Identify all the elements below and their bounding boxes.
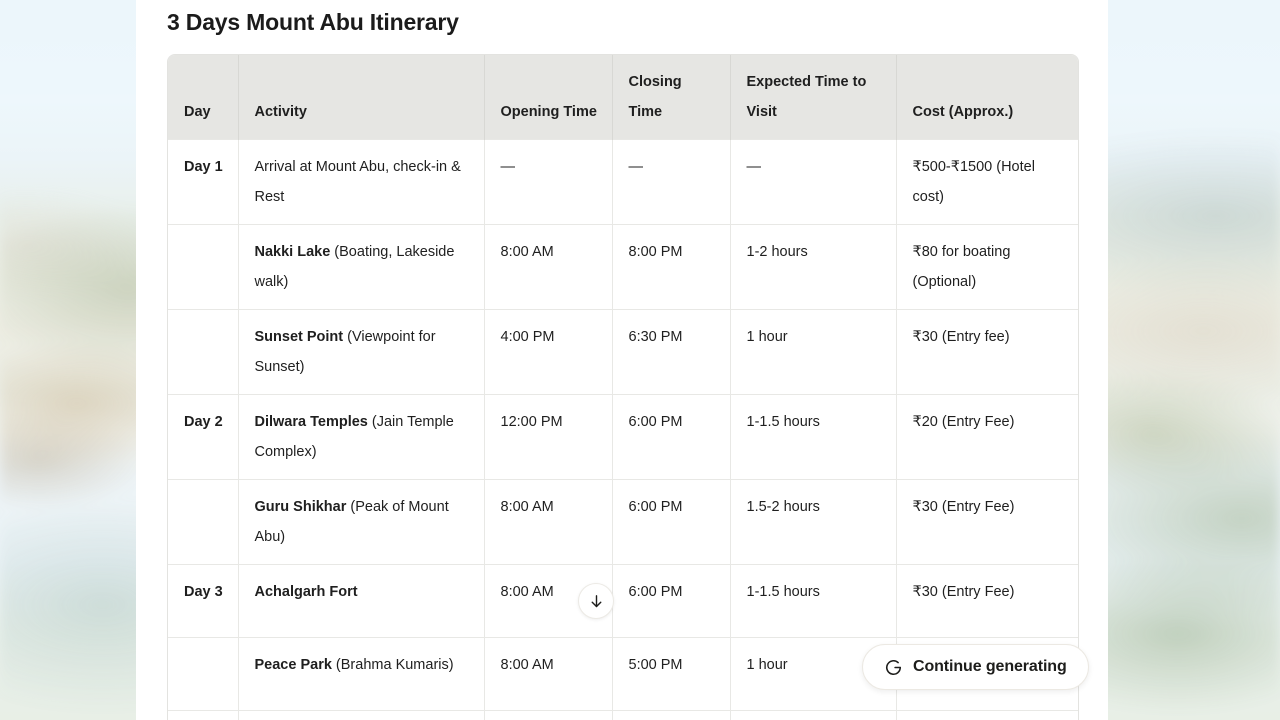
table-row: Departure———of Day) <box>168 710 1078 720</box>
activity-note: Arrival at Mount Abu, check-in & Rest <box>254 159 461 205</box>
table-header-row: Day Activity Opening Time Closing Time E… <box>168 55 1078 140</box>
cell-activity: Departure <box>238 710 485 720</box>
column-header-day: Day <box>168 55 239 140</box>
column-header-closing-time: Closing Time <box>612 55 731 140</box>
cell-expected-time: 1-1.5 hours <box>730 394 897 480</box>
cell-opening-time: 12:00 PM <box>484 394 613 480</box>
column-header-cost: Cost (Approx.) <box>896 55 1078 140</box>
table-row: Nakki Lake (Boating, Lakeside walk) 8:00 … <box>168 224 1078 310</box>
activity-name: Achalgarh Fort <box>254 584 358 600</box>
continue-generating-button[interactable]: Continue generating <box>862 644 1089 690</box>
cell-day <box>168 309 239 395</box>
itinerary-table: Day Activity Opening Time Closing Time E… <box>168 55 1078 720</box>
cell-day: Day 2 <box>168 394 239 480</box>
cell-day: Day 3 <box>168 564 239 638</box>
cell-activity: Arrival at Mount Abu, check-in & Rest <box>238 139 485 225</box>
cell-cost: ₹30 (Entry Fee) <box>896 564 1078 638</box>
cell-opening-time: 8:00 AM <box>484 637 613 711</box>
table-row: Day 3 Achalgarh Fort 8:00 AM 6:00 PM 1-1.5 h… <box>168 564 1078 638</box>
cell-activity: Sunset Point (Viewpoint for Sunset) <box>238 309 485 395</box>
cell-closing-time: — <box>612 139 731 225</box>
page-title: 3 Days Mount Abu Itinerary <box>167 9 459 35</box>
column-header-expected-time: Expected Time to Visit <box>730 55 897 140</box>
continue-generating-label: Continue generating <box>913 658 1067 675</box>
scroll-to-bottom-button[interactable] <box>578 583 614 619</box>
cell-day <box>168 479 239 565</box>
cell-activity: Dilwara Temples (Jain Temple Complex) <box>238 394 485 480</box>
cell-opening-time: — <box>484 139 613 225</box>
table-body: Day 1 Arrival at Mount Abu, check-in & Re… <box>168 139 1078 720</box>
table-row: Sunset Point (Viewpoint for Sunset) 4:00 … <box>168 309 1078 395</box>
cell-opening-time: 8:00 AM <box>484 479 613 565</box>
table-row: Guru Shikhar (Peak of Mount Abu) 8:00 AM 6… <box>168 479 1078 565</box>
cell-cost: ₹500-₹1500 (Hotel cost) <box>896 139 1078 225</box>
cell-cost: ₹20 (Entry Fee) <box>896 394 1078 480</box>
cell-activity: Guru Shikhar (Peak of Mount Abu) <box>238 479 485 565</box>
cell-day <box>168 710 239 720</box>
cell-opening-time: — <box>484 710 613 720</box>
cell-closing-time: 6:00 PM <box>612 394 731 480</box>
activity-name: Dilwara Temples <box>254 414 368 430</box>
cell-cost: ₹30 (Entry fee) <box>896 309 1078 395</box>
cell-activity: Nakki Lake (Boating, Lakeside walk) <box>238 224 485 310</box>
regenerate-icon <box>886 659 902 675</box>
arrow-down-icon <box>591 594 601 607</box>
cell-closing-time: 5:00 PM <box>612 637 731 711</box>
cell-closing-time: 6:00 PM <box>612 479 731 565</box>
cell-activity: Achalgarh Fort <box>238 564 485 638</box>
itinerary-table-container: Day Activity Opening Time Closing Time E… <box>167 54 1079 720</box>
cell-cost: of Day) <box>896 710 1078 720</box>
cell-expected-time: 1.5-2 hours <box>730 479 897 565</box>
cell-day: Day 1 <box>168 139 239 225</box>
content-panel: 3 Days Mount Abu Itinerary Day Activity … <box>136 0 1108 720</box>
cell-cost: ₹30 (Entry Fee) <box>896 479 1078 565</box>
cell-day <box>168 224 239 310</box>
cell-day <box>168 637 239 711</box>
cell-opening-time: 8:00 AM <box>484 224 613 310</box>
cell-expected-time: 1 hour <box>730 309 897 395</box>
activity-note: (Brahma Kumaris) <box>331 657 454 673</box>
column-header-opening-time: Opening Time <box>484 55 613 140</box>
table-header: Day Activity Opening Time Closing Time E… <box>168 55 1078 140</box>
cell-activity: Peace Park (Brahma Kumaris) <box>238 637 485 711</box>
cell-closing-time: 6:00 PM <box>612 564 731 638</box>
activity-name: Peace Park <box>254 657 332 673</box>
cell-closing-time: 6:30 PM <box>612 309 731 395</box>
cell-expected-time: 1-2 hours <box>730 224 897 310</box>
activity-name: Nakki Lake <box>254 244 331 260</box>
cell-expected-time: — <box>730 710 897 720</box>
column-header-activity: Activity <box>238 55 485 140</box>
cell-closing-time: — <box>612 710 731 720</box>
table-row: Day 1 Arrival at Mount Abu, check-in & Re… <box>168 139 1078 225</box>
activity-name: Sunset Point <box>254 329 344 345</box>
conversation-content: 3 Days Mount Abu Itinerary Day Activity … <box>167 0 1079 720</box>
cell-closing-time: 8:00 PM <box>612 224 731 310</box>
cell-expected-time: — <box>730 139 897 225</box>
cell-expected-time: 1-1.5 hours <box>730 564 897 638</box>
cell-opening-time: 4:00 PM <box>484 309 613 395</box>
table-row: Day 2 Dilwara Temples (Jain Temple Comple… <box>168 394 1078 480</box>
activity-name: Guru Shikhar <box>254 499 347 515</box>
cell-cost: ₹80 for boating (Optional) <box>896 224 1078 310</box>
